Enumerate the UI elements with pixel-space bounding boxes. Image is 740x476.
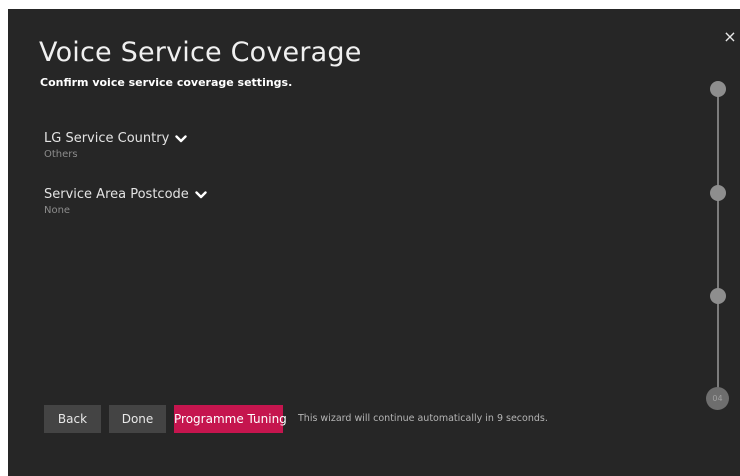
close-icon[interactable]: × [722,29,738,45]
setting-label: Service Area Postcode [44,187,189,202]
chevron-down-icon [175,134,187,142]
setting-label-row[interactable]: LG Service Country [44,131,187,146]
page-subtitle: Confirm voice service coverage settings. [40,76,293,89]
wizard-panel: × Voice Service Coverage Confirm voice s… [8,9,740,476]
setting-service-area-postcode[interactable]: Service Area Postcode None [44,187,207,216]
step-dot-2 [710,185,726,201]
programme-tuning-button[interactable]: Programme Tuning [174,405,287,433]
auto-continue-note: This wizard will continue automatically … [298,413,548,424]
step-dot-1 [710,81,726,97]
setting-value: None [44,205,71,216]
page-title: Voice Service Coverage [39,37,362,68]
step-dot-3 [710,288,726,304]
chevron-down-icon [195,190,207,198]
done-button[interactable]: Done [109,405,166,433]
setting-value: Others [44,149,78,160]
progress-track [717,89,719,405]
setting-label: LG Service Country [44,131,170,146]
setting-label-row[interactable]: Service Area Postcode [44,187,207,202]
setting-lg-service-country[interactable]: LG Service Country Others [44,131,187,160]
step-indicator-current: 04 [706,387,729,410]
back-button[interactable]: Back [44,405,101,433]
